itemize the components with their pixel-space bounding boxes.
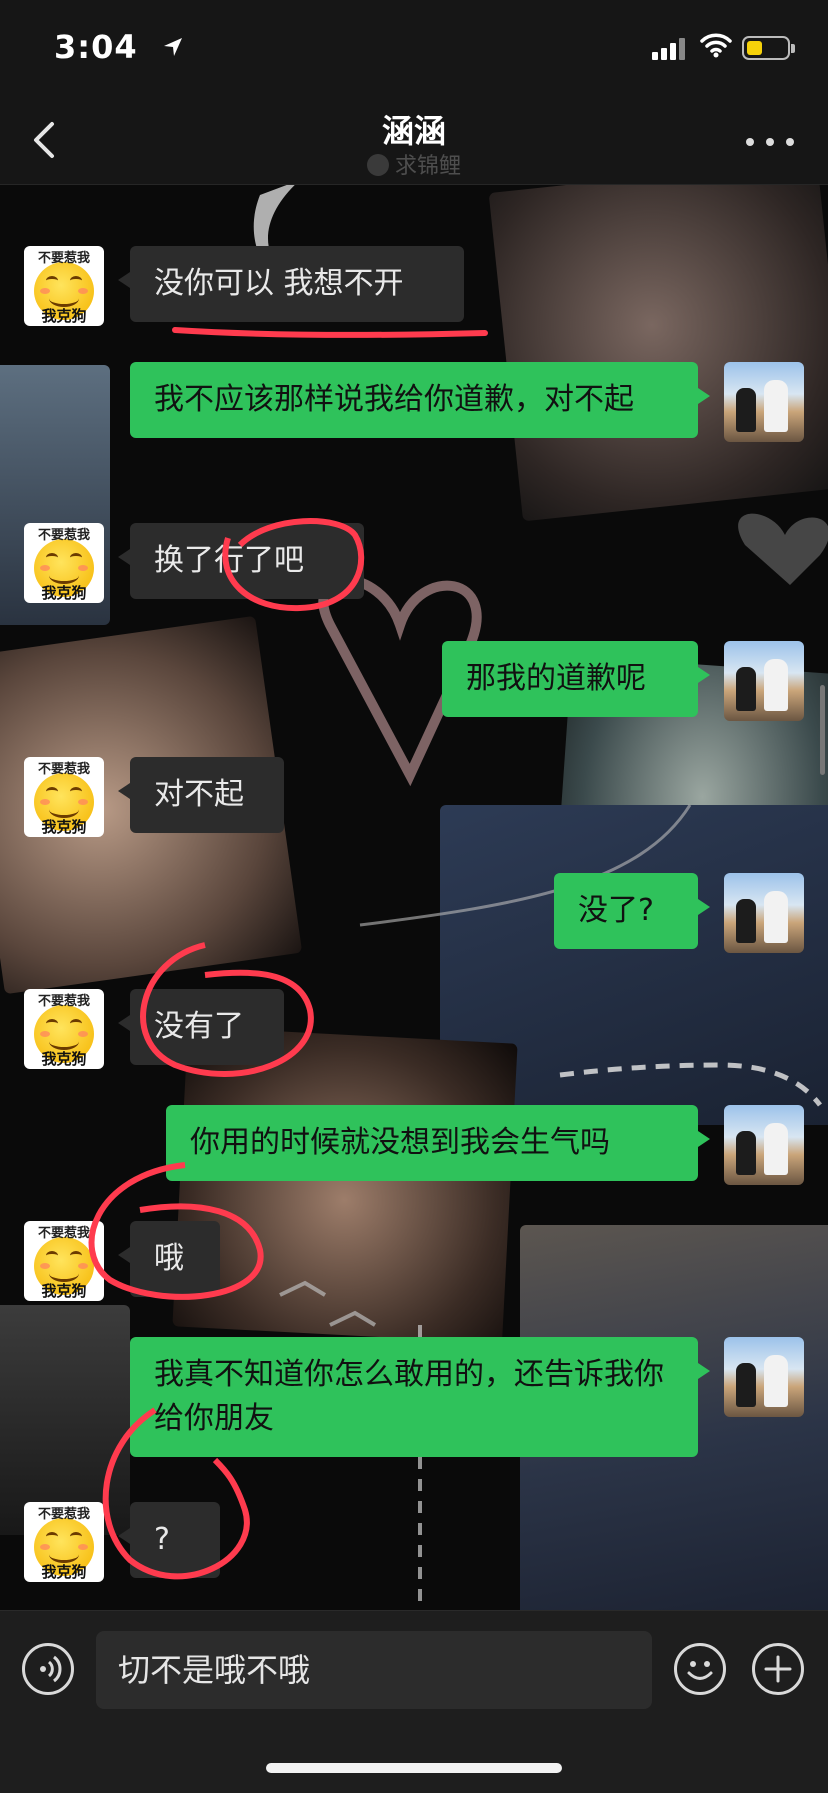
battery-level [747, 41, 762, 55]
battery-nub [791, 44, 795, 53]
received-message-bubble[interactable]: 对不起 [118, 757, 284, 833]
my-avatar[interactable] [724, 362, 804, 442]
received-message-bubble[interactable]: 哦 [118, 1221, 220, 1297]
my-avatar[interactable] [724, 1337, 804, 1417]
received-message-bubble[interactable]: 没有了 [118, 989, 284, 1065]
received-message-bubble[interactable]: 没你可以 我想不开 [118, 246, 464, 322]
contact-avatar[interactable]: 不要惹我 我克狗 [24, 1221, 104, 1301]
contact-avatar[interactable]: 不要惹我 我克狗 [24, 246, 104, 326]
avatar-caption-top: 不要惹我 [37, 528, 90, 543]
avatar-caption-bottom: 我克狗 [41, 1563, 87, 1581]
contact-avatar[interactable]: 不要惹我 我克狗 [24, 523, 104, 603]
avatar-caption-top: 不要惹我 [37, 1507, 90, 1522]
smiley-icon [687, 1661, 713, 1680]
chat-subtitle: 求锦鲤 [0, 148, 828, 180]
emoji-button[interactable] [674, 1643, 726, 1695]
status-bar: 3:04 [0, 0, 828, 100]
chat-header: 涵涵 求锦鲤 [0, 100, 828, 185]
avatar-caption-top: 不要惹我 [37, 994, 90, 1009]
voice-icon [40, 1655, 62, 1683]
received-message-bubble[interactable]: ? [118, 1502, 220, 1578]
avatar-caption-bottom: 我克狗 [41, 584, 87, 602]
chat-subtitle-text: 求锦鲤 [394, 154, 461, 179]
add-attachment-button[interactable] [752, 1643, 804, 1695]
sent-message-bubble[interactable]: 你用的时候就没想到我会生气吗 [166, 1105, 710, 1181]
home-indicator[interactable] [266, 1763, 562, 1773]
avatar-caption-bottom: 我克狗 [41, 307, 87, 325]
sent-message-bubble[interactable]: 那我的道歉呢 [442, 641, 710, 717]
received-message-bubble[interactable]: 换了行了吧 [118, 523, 364, 599]
chat-title: 涵涵 [381, 112, 446, 150]
avatar-caption-bottom: 我克狗 [41, 1050, 87, 1068]
sent-message-bubble[interactable]: 我不应该那样说我给你道歉，对不起 [130, 362, 710, 438]
sent-message-bubble[interactable]: 我真不知道你怎么敢用的，还告诉我你给你朋友 [130, 1337, 710, 1457]
sent-message-bubble[interactable]: 没了? [554, 873, 710, 949]
wifi-icon [700, 33, 732, 58]
avatar-caption-bottom: 我克狗 [41, 1282, 87, 1300]
message-input[interactable]: 切不是哦不哦 [96, 1631, 652, 1709]
avatar-caption-top: 不要惹我 [37, 1226, 90, 1241]
location-arrow-icon [164, 38, 182, 56]
avatar-caption-bottom: 我克狗 [41, 818, 87, 836]
contact-avatar[interactable]: 不要惹我 我克狗 [24, 1502, 104, 1582]
my-avatar[interactable] [724, 873, 804, 953]
my-avatar[interactable] [724, 641, 804, 721]
status-time: 3:04 [54, 28, 138, 66]
avatar-caption-top: 不要惹我 [37, 762, 90, 777]
my-avatar[interactable] [724, 1105, 804, 1185]
contact-avatar[interactable]: 不要惹我 我克狗 [24, 989, 104, 1069]
more-options-button[interactable] [746, 134, 794, 150]
plus-icon [764, 1655, 792, 1683]
voice-input-button[interactable] [22, 1643, 74, 1695]
battery-icon [742, 36, 790, 60]
contact-avatar[interactable]: 不要惹我 我克狗 [24, 757, 104, 837]
koi-icon [366, 154, 389, 176]
avatar-caption-top: 不要惹我 [37, 251, 90, 266]
scroll-indicator[interactable] [820, 685, 825, 775]
cellular-signal-icon [652, 38, 685, 60]
